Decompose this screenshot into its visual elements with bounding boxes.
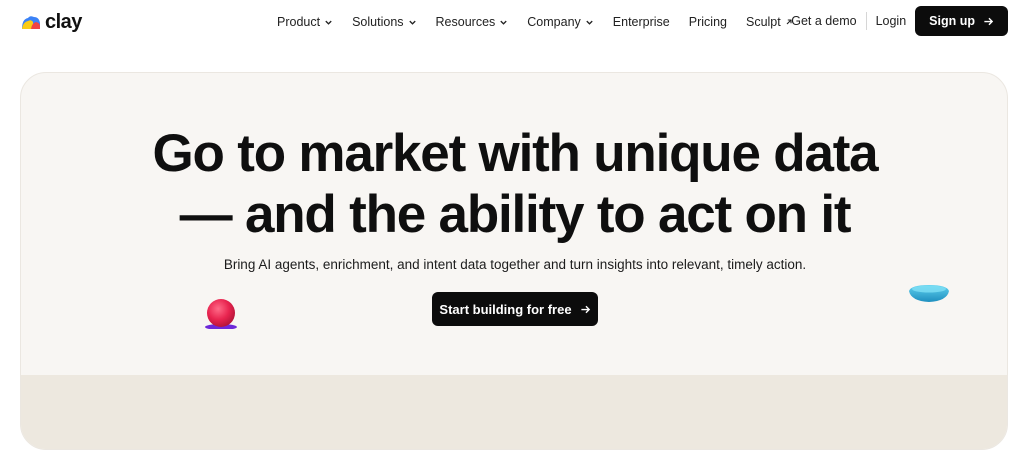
- arrow-right-icon: [580, 305, 590, 313]
- nav-item-label: Resources: [435, 15, 496, 29]
- headline-line-1: Go to market with unique data: [152, 124, 879, 183]
- hero-subheadline: Bring AI agents, enrichment, and intent …: [223, 257, 807, 272]
- pink-blob-decoration: [205, 299, 237, 329]
- main-menu: Product Solutions Resources Company Ente…: [277, 0, 812, 44]
- headline-line-2: — and the ability to act on it: [179, 185, 852, 244]
- nav-item-solutions[interactable]: Solutions: [352, 15, 416, 29]
- nav-divider: [865, 12, 867, 30]
- signup-label: Sign up: [929, 14, 975, 28]
- arrow-right-icon: [984, 17, 994, 25]
- nav-item-label: Sculpt: [745, 15, 781, 29]
- top-navigation: clay Product Solutions Resources Company…: [0, 0, 1024, 44]
- nav-item-label: Solutions: [352, 15, 404, 29]
- nav-item-label: Enterprise: [612, 15, 670, 29]
- nav-actions: Get a demo Login Sign up: [791, 6, 1008, 36]
- nav-item-label: Product: [277, 15, 321, 29]
- cta-label: Start building for free: [439, 301, 572, 317]
- chevron-down-icon: [500, 20, 507, 25]
- cyan-blob-decoration: [909, 285, 949, 302]
- hero-bottom-panel: [21, 375, 1007, 449]
- chevron-down-icon: [586, 20, 593, 25]
- nav-item-label: Company: [527, 15, 581, 29]
- nav-item-label: Pricing: [688, 15, 727, 29]
- chevron-down-icon: [325, 20, 332, 25]
- clay-logo-icon: [22, 16, 40, 29]
- get-demo-link[interactable]: Get a demo: [791, 14, 856, 28]
- nav-item-resources[interactable]: Resources: [436, 15, 509, 29]
- hero-section: Go to market with unique data — and the …: [20, 72, 1008, 450]
- brand-name: clay: [45, 10, 82, 33]
- hero-headline: Go to market with unique data — and the …: [21, 123, 1007, 245]
- chevron-down-icon: [408, 20, 416, 25]
- nav-item-pricing[interactable]: Pricing: [689, 15, 727, 29]
- nav-item-company[interactable]: Company: [527, 15, 594, 29]
- nav-item-sculpt[interactable]: Sculpt: [746, 15, 793, 29]
- start-building-button[interactable]: Start building for free: [432, 292, 598, 326]
- signup-button[interactable]: Sign up: [915, 6, 1008, 36]
- nav-item-enterprise[interactable]: Enterprise: [613, 15, 670, 29]
- nav-item-product[interactable]: Product: [277, 15, 333, 29]
- logo-link[interactable]: clay: [21, 9, 82, 35]
- login-link[interactable]: Login: [876, 14, 907, 28]
